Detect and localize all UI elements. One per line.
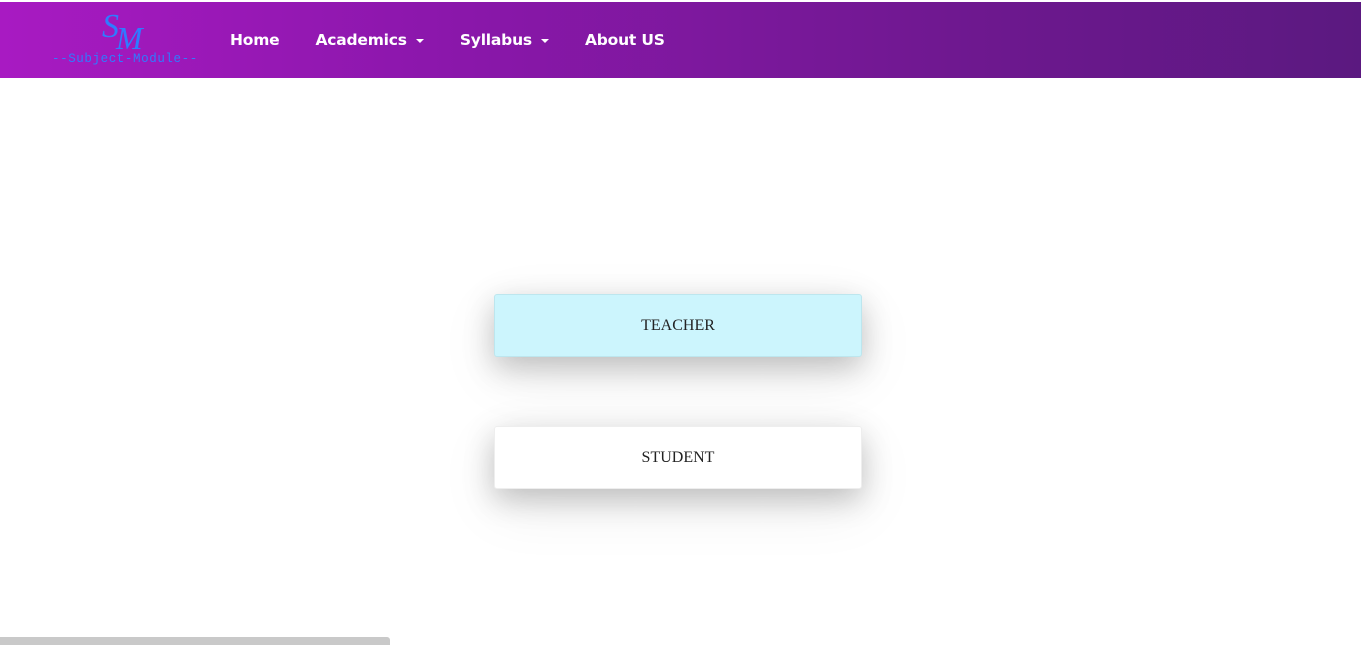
teacher-button[interactable]: TEACHER (494, 294, 862, 357)
brand-monogram: S M (102, 10, 162, 56)
top-navbar: S M --Subject-Module-- Home Academics Sy… (0, 2, 1361, 78)
brand-monogram-m: M (116, 20, 143, 56)
nav-menu: Home Academics Syllabus About US (230, 2, 701, 78)
caret-down-icon (415, 39, 424, 43)
nav-item-label: Home (230, 31, 280, 49)
caret-down-icon (540, 39, 549, 43)
nav-item-label: Syllabus (459, 31, 532, 49)
brand-subtitle: --Subject-Module-- (52, 52, 198, 66)
brand-logo[interactable]: S M --Subject-Module-- (52, 10, 198, 70)
horizontal-scrollbar[interactable] (0, 637, 390, 645)
student-button[interactable]: STUDENT (494, 426, 862, 489)
nav-item-about-us[interactable]: About US (585, 31, 665, 49)
nav-item-home[interactable]: Home (230, 31, 280, 49)
nav-item-syllabus[interactable]: Syllabus (460, 31, 549, 49)
nav-item-label: Academics (315, 31, 407, 49)
nav-item-academics[interactable]: Academics (315, 31, 424, 49)
nav-item-label: About US (584, 31, 665, 49)
